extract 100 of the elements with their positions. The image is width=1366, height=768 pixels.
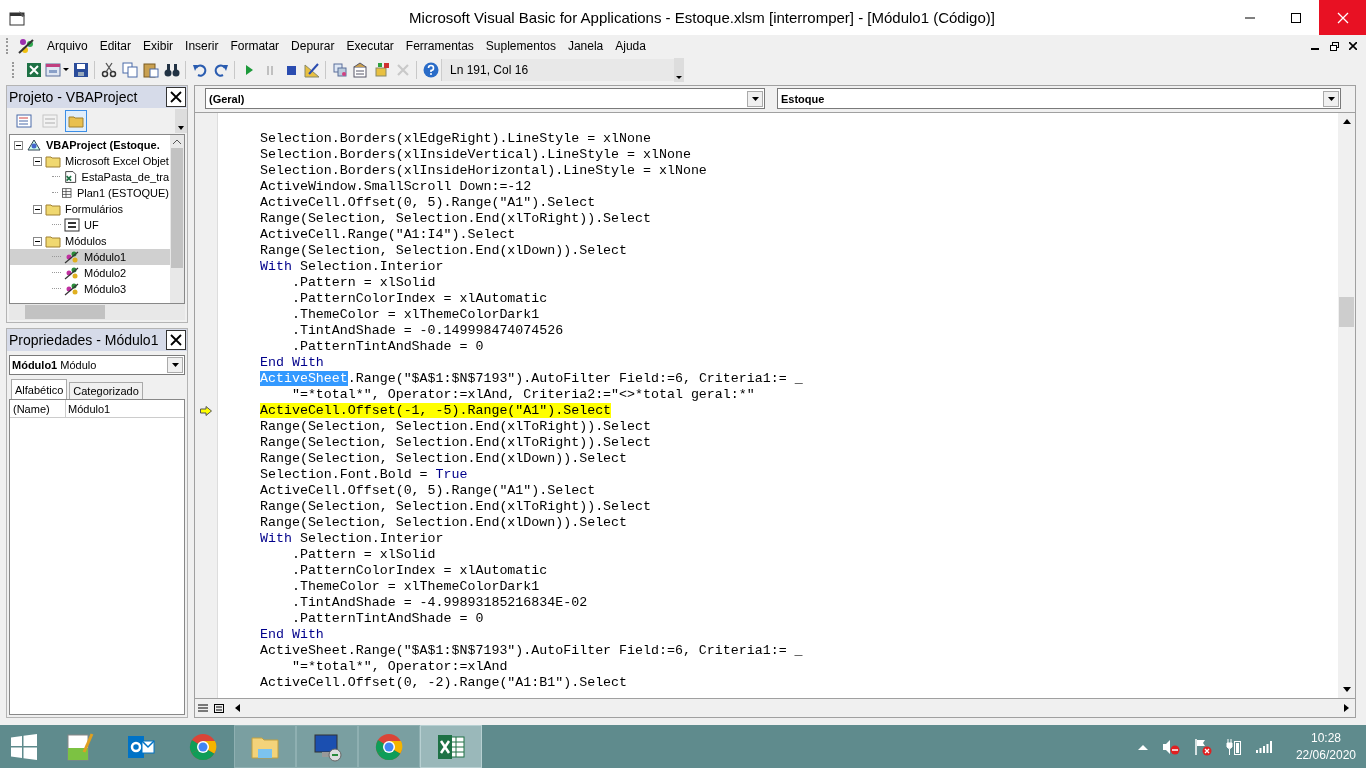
help-icon [422, 62, 439, 78]
menu-item[interactable]: Executar [340, 36, 400, 56]
scrollbar[interactable] [170, 135, 184, 303]
copy-icon [121, 62, 138, 78]
form-icon [64, 218, 80, 232]
object-dropdown[interactable]: (Geral) [205, 88, 765, 109]
tree-item[interactable]: Módulos [10, 233, 170, 249]
floppy-icon [72, 62, 89, 78]
code-line: Range(Selection, Selection.End(xlToRight)).Select [260, 419, 651, 434]
object-dropdown[interactable]: Módulo1 Módulo [9, 355, 185, 375]
menu-item[interactable]: Suplementos [479, 36, 562, 56]
object-view-icon [42, 114, 58, 128]
menu-item[interactable]: Ferramentas [399, 36, 480, 56]
code-view-icon [16, 114, 32, 128]
close-button[interactable] [166, 330, 186, 350]
tree-item[interactable]: UF [10, 217, 170, 233]
windows-icon [11, 733, 37, 760]
code-line: .Pattern = xlSolid [290, 547, 436, 562]
chevron-up-icon[interactable] [1137, 743, 1148, 750]
collapse-icon[interactable] [14, 140, 23, 150]
menu-item[interactable]: Janela [561, 36, 610, 56]
code-line: .TintAndShade = -4.99893185216834E-02 [290, 595, 588, 610]
menu-item[interactable]: Formatar [224, 36, 286, 56]
tree-item[interactable]: Módulo3 [10, 281, 170, 297]
code-line: Range(Selection, Selection.End(xlToRight)).Select [260, 499, 651, 514]
tab[interactable]: Categorizado [69, 382, 143, 399]
tree-item[interactable]: Módulo2 [10, 265, 170, 281]
collapse-icon[interactable] [33, 236, 42, 246]
properties-icon [352, 62, 369, 78]
toolbar-options-button[interactable] [175, 109, 187, 133]
date: 22/06/2020 [1295, 746, 1356, 764]
scroll-down-icon[interactable] [1342, 687, 1351, 692]
tab[interactable]: Alfabético [11, 379, 68, 399]
flag-icon[interactable] [1193, 737, 1212, 756]
folder-icon [68, 114, 84, 128]
clock[interactable]: 10:28 22/06/2020 [1295, 729, 1356, 764]
tree-item[interactable]: Microsoft Excel Objet [10, 153, 170, 169]
menu-item[interactable]: Exibir [137, 36, 180, 56]
scroll-up-icon[interactable] [173, 139, 181, 144]
document-icon [214, 703, 224, 713]
module-icon [64, 282, 80, 296]
code-line: .PatternTintAndShade = 0 [290, 611, 484, 626]
code-line: .TintAndShade = -0.149998474074526 [290, 323, 564, 338]
browser-icon [374, 731, 404, 762]
code-line: End With [260, 627, 324, 642]
menu-item[interactable]: Ajuda [609, 36, 652, 56]
code-line: Range(Selection, Selection.End(xlDown)).Select [260, 451, 628, 466]
scroll-right-icon[interactable] [1344, 704, 1349, 712]
tree-item[interactable]: Formulários [10, 201, 170, 217]
scrollbar[interactable] [9, 304, 185, 320]
maximize-icon [1291, 12, 1301, 23]
scroll-up-icon[interactable] [1342, 119, 1351, 124]
taskbar-app[interactable] [420, 725, 482, 768]
code-line: .PatternTintAndShade = 0 [290, 339, 484, 354]
tree-item[interactable]: VBAProject (Estoque. [10, 137, 170, 153]
menu-item[interactable]: Editar [93, 36, 138, 56]
code-line: Range(Selection, Selection.End(xlToRight)).Select [260, 211, 651, 226]
code-line: "=*total*", Operator:=xlAnd [290, 659, 508, 674]
panel-toolbar-button[interactable] [65, 110, 87, 132]
caret-icon [178, 126, 184, 130]
close-icon [1336, 11, 1349, 24]
caret-icon [676, 74, 682, 80]
code-line: .PatternColorIndex = xlAutomatic [290, 291, 548, 306]
tree-item[interactable]: EstaPasta_de_tra [10, 169, 170, 185]
code-line: .ThemeColor = xlThemeColorDark1 [290, 579, 540, 594]
menu-item[interactable]: Inserir [179, 36, 225, 56]
module-icon [64, 266, 80, 280]
signal-icon[interactable] [1255, 740, 1272, 753]
project-icon [331, 62, 348, 78]
code-line: Range(Selection, Selection.End(xlToRight)).Select [260, 435, 651, 450]
procedure-dropdown[interactable]: Estoque [777, 88, 1341, 109]
toolbar-options-button[interactable] [674, 58, 684, 82]
battery-plug-icon[interactable] [1225, 737, 1242, 756]
close-button[interactable] [166, 87, 186, 107]
scroll-left-icon[interactable] [235, 704, 240, 712]
cube-icon [373, 62, 390, 78]
code-line: With Selection.Interior [260, 259, 444, 274]
collapse-icon[interactable] [33, 156, 42, 166]
panel-title: Projeto - VBAProject [9, 89, 139, 105]
scroll-thumb[interactable] [1339, 297, 1354, 327]
menu-item[interactable]: Arquivo [41, 36, 94, 56]
notepad-icon [64, 731, 94, 762]
monitor-icon [312, 731, 342, 762]
code-line: Selection.Borders(xlInsideHorizontal).LineStyle = xlNone [260, 163, 707, 178]
property-value[interactable]: Módulo1 [66, 402, 111, 415]
code-line: ActiveSheet.Range("$A$1:$N$7193").AutoFilter Field:=6, Criteria1:= _ [260, 371, 803, 386]
collapse-icon[interactable] [33, 204, 42, 214]
scissors-icon [100, 62, 117, 78]
volume-muted-icon[interactable] [1161, 738, 1180, 755]
tree-item[interactable]: Plan1 (ESTOQUE) [10, 185, 170, 201]
sheet-icon [61, 186, 73, 200]
scrollbar[interactable] [1338, 113, 1355, 698]
menu-item[interactable]: Depurar [285, 36, 341, 56]
code-line: End With [260, 355, 324, 370]
code-line: Selection.Borders(xlInsideVertical).LineStyle = xlNone [260, 147, 691, 162]
tree-item[interactable]: Módulo1 [10, 249, 170, 265]
taskbar-app[interactable] [296, 725, 358, 768]
caret-icon [167, 357, 183, 373]
code-line: .ThemeColor = xlThemeColorDark1 [290, 307, 540, 322]
form-icon [45, 62, 61, 78]
